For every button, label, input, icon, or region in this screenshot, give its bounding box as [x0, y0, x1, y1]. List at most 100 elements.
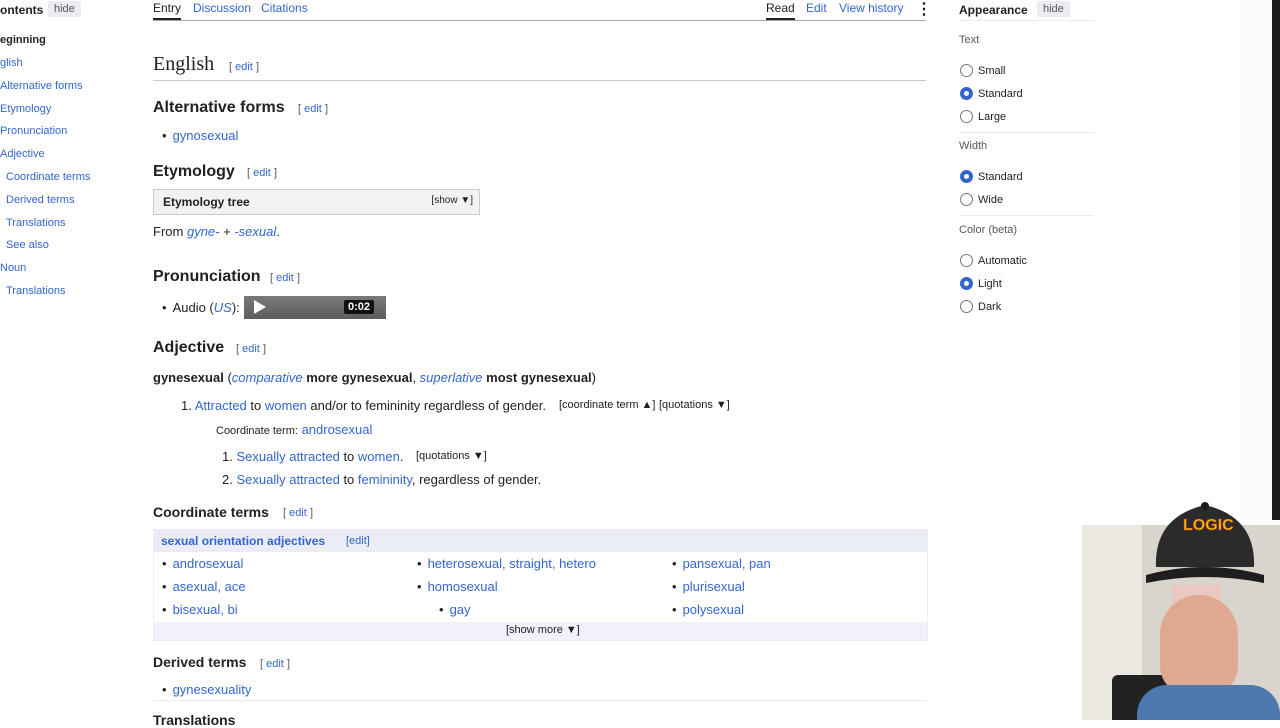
heading-etymology: Etymology	[153, 163, 235, 180]
list-item: gay	[439, 602, 471, 617]
link-superlative[interactable]: superlative	[420, 370, 483, 385]
link-polysexual[interactable]: polysexual	[683, 602, 744, 617]
radio-text-small[interactable]	[960, 64, 973, 77]
heading-adjective: Adjective	[153, 339, 225, 356]
link-sexual-orientation-adjectives[interactable]: sexual orientation adjectives	[161, 534, 325, 548]
heading-coordinate-terms: Coordinate terms	[153, 504, 269, 520]
link-women-2[interactable]: women	[358, 449, 400, 464]
toc-item-see-also[interactable]: See also	[6, 239, 49, 251]
headword-line: gynesexual (comparative more gynesexual,…	[153, 370, 597, 385]
toc-item-noun[interactable]: Noun	[0, 262, 26, 274]
coordinate-terms-header: sexual orientation adjectives [edit]	[154, 530, 927, 552]
radio-color-dark[interactable]	[960, 300, 973, 313]
sub-definition-1: 1. Sexually attracted to women.	[222, 449, 404, 464]
cap-icon	[1146, 502, 1264, 583]
width-label: Width	[959, 140, 988, 152]
link-sexual[interactable]: -sexual	[234, 224, 276, 239]
link-gay[interactable]: gay	[450, 602, 471, 617]
toc-item-coordinate-terms[interactable]: Coordinate terms	[6, 171, 90, 183]
coordinate-term-toggle[interactable]: [coordinate term ▲]	[559, 399, 655, 411]
tab-edit[interactable]: Edit	[806, 1, 827, 15]
radio-width-wide[interactable]	[960, 193, 973, 206]
radio-width-standard[interactable]	[960, 170, 973, 183]
toc-item-alternative-forms[interactable]: Alternative forms	[0, 80, 83, 92]
tab-entry[interactable]: Entry	[153, 1, 182, 20]
etymology-tree-show-toggle[interactable]: [show ▼]	[431, 195, 473, 206]
toc-item-etymology[interactable]: Etymology	[0, 103, 51, 115]
edit-etymology[interactable]: [ edit ]	[247, 167, 277, 179]
toc-hide-button[interactable]: hide	[48, 1, 81, 17]
list-item: androsexual	[162, 556, 244, 571]
link-comparative[interactable]: comparative	[232, 370, 303, 385]
show-more-toggle[interactable]: [show more ▼]	[506, 624, 580, 636]
toc-item-pronunciation[interactable]: Pronunciation	[0, 125, 67, 137]
edit-adjective[interactable]: [ edit ]	[236, 343, 266, 355]
list-item: bisexual, bi	[162, 602, 238, 617]
link-pansexual[interactable]: pansexual, pan	[683, 556, 771, 571]
etymology-text: From gyne- + -sexual.	[153, 224, 280, 239]
link-bisexual[interactable]: bisexual, bi	[173, 602, 238, 617]
quotations-toggle-2[interactable]: [quotations ▼]	[416, 450, 487, 462]
edit-pronunciation[interactable]: [ edit ]	[270, 272, 300, 284]
link-androsexual[interactable]: androsexual	[173, 556, 244, 571]
list-item: plurisexual	[672, 579, 745, 594]
screen-edge	[1272, 0, 1280, 520]
link-women[interactable]: women	[265, 398, 307, 413]
tab-discussion[interactable]: Discussion	[193, 1, 251, 15]
coordinate-terms-box-edit[interactable]: [edit]	[346, 535, 370, 547]
link-heterosexual[interactable]: heterosexual, straight, hetero	[428, 556, 596, 571]
link-asexual[interactable]: asexual, ace	[173, 579, 246, 594]
text-size-label: Text	[959, 34, 980, 46]
toc-title: ontents	[0, 3, 44, 17]
radio-label: Small	[978, 65, 1006, 77]
audio-player[interactable]: 0:02	[244, 296, 386, 319]
link-androsexual-coord[interactable]: androsexual	[302, 422, 373, 437]
link-us[interactable]: US	[214, 300, 232, 315]
tab-citations[interactable]: Citations	[261, 1, 308, 15]
radio-color-automatic[interactable]	[960, 254, 973, 267]
toc-item-adjective[interactable]: Adjective	[0, 148, 45, 160]
headword: gynesexual	[153, 370, 224, 385]
list-item: polysexual	[672, 602, 744, 617]
heading-pronunciation: Pronunciation	[153, 268, 261, 285]
person-head	[1160, 595, 1238, 695]
radio-label: Light	[978, 278, 1002, 290]
quotations-toggle[interactable]: [quotations ▼]	[659, 399, 730, 411]
heading-english: English	[153, 53, 215, 75]
toc-item-noun-translations[interactable]: Translations	[6, 285, 66, 297]
toc-item-beginning[interactable]: eginning	[0, 34, 46, 46]
edit-alternative-forms[interactable]: [ edit ]	[298, 103, 328, 115]
more-actions-icon[interactable]: ⋮	[916, 0, 932, 19]
link-attracted[interactable]: Attracted	[195, 398, 247, 413]
appearance-hide-button[interactable]: hide	[1037, 1, 1070, 17]
edit-coordinate-terms[interactable]: [ edit ]	[283, 507, 313, 519]
link-gynosexual[interactable]: gynosexual	[173, 128, 239, 143]
link-plurisexual[interactable]: plurisexual	[683, 579, 745, 594]
radio-text-standard[interactable]	[960, 87, 973, 100]
toc-item-english[interactable]: glish	[0, 57, 23, 69]
heading-alternative-forms: Alternative forms	[153, 99, 285, 116]
tab-read[interactable]: Read	[766, 1, 795, 20]
radio-label: Large	[978, 111, 1007, 123]
person-shirt	[1137, 685, 1280, 720]
link-sexually-attracted-2[interactable]: Sexually attracted	[236, 472, 339, 487]
heading-translations: Translations	[153, 712, 236, 728]
appearance-title: Appearance	[959, 3, 1028, 17]
list-item: pansexual, pan	[672, 556, 771, 571]
coordinate-term-line: Coordinate term: androsexual	[216, 422, 373, 437]
link-femininity[interactable]: femininity	[358, 472, 412, 487]
toc-item-translations[interactable]: Translations	[6, 217, 66, 229]
link-homosexual[interactable]: homosexual	[428, 579, 498, 594]
derived-terms-box	[153, 678, 926, 701]
radio-text-large[interactable]	[960, 110, 973, 123]
list-item: gynesexuality	[162, 682, 252, 697]
link-sexually-attracted[interactable]: Sexually attracted	[236, 449, 339, 464]
tab-view-history[interactable]: View history	[839, 1, 903, 15]
link-gyne[interactable]: gyne-	[187, 224, 220, 239]
edit-derived-terms[interactable]: [ edit ]	[260, 658, 290, 670]
play-icon[interactable]	[254, 300, 266, 314]
radio-color-light[interactable]	[960, 277, 973, 290]
link-gynesexuality[interactable]: gynesexuality	[173, 682, 252, 697]
toc-item-derived-terms[interactable]: Derived terms	[6, 194, 74, 206]
edit-english[interactable]: [ edit ]	[229, 61, 259, 73]
